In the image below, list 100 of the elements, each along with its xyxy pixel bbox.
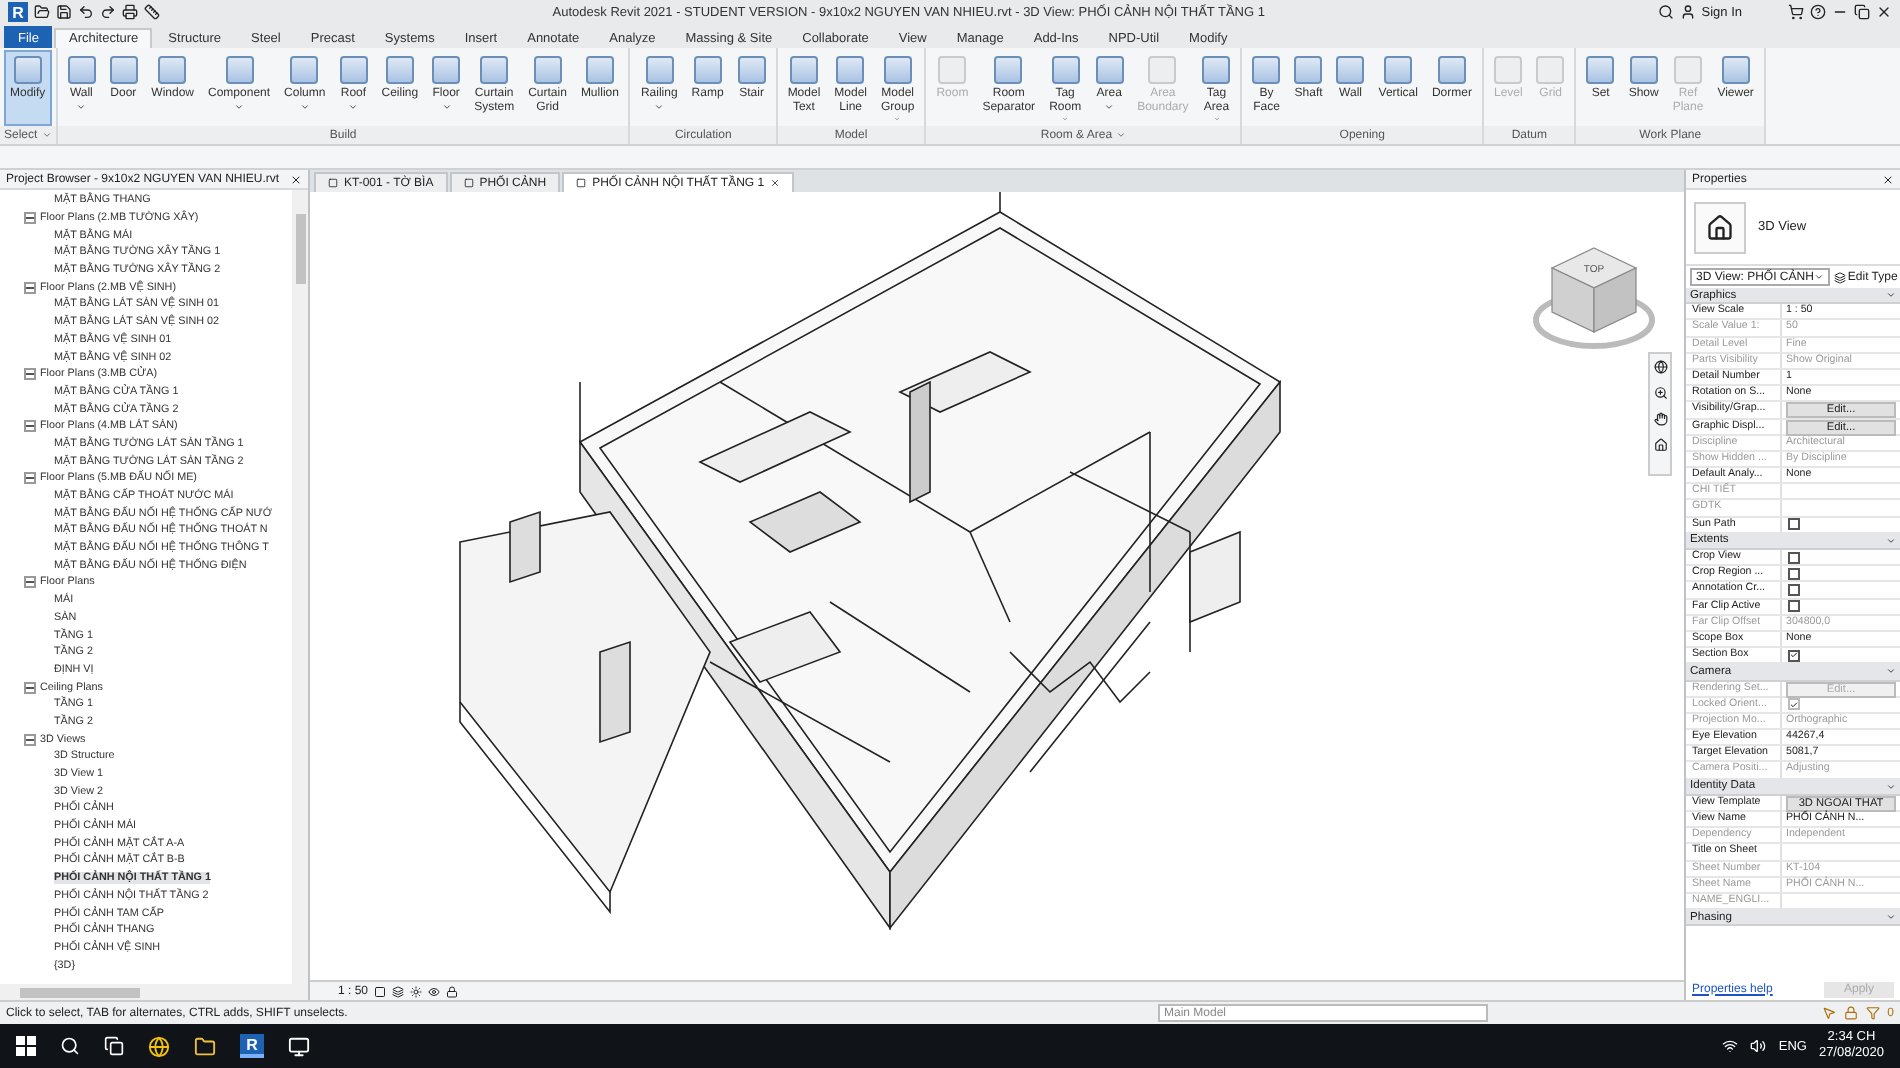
checkbox[interactable] bbox=[1788, 567, 1800, 580]
search-icon bbox=[1657, 4, 1674, 20]
tool-icon bbox=[938, 56, 967, 84]
tool-icon bbox=[1494, 56, 1523, 84]
view-icon bbox=[328, 178, 338, 188]
tool-icon bbox=[994, 56, 1023, 84]
collapse-icon[interactable] bbox=[1886, 666, 1896, 677]
collapse-toggle[interactable] bbox=[24, 368, 36, 381]
lock-icon[interactable] bbox=[446, 985, 459, 997]
tool-icon bbox=[1336, 56, 1365, 84]
select-icon[interactable] bbox=[1821, 1006, 1836, 1020]
tool-icon bbox=[225, 56, 254, 84]
house-icon bbox=[1694, 201, 1746, 253]
chevron-down-icon bbox=[1813, 272, 1824, 282]
tool-icon bbox=[1629, 56, 1658, 84]
caret-icon bbox=[654, 102, 665, 112]
task-view-icon[interactable] bbox=[104, 1036, 124, 1056]
cart-icon bbox=[1788, 4, 1804, 20]
checkbox[interactable] bbox=[1788, 649, 1800, 662]
sun-icon[interactable] bbox=[410, 985, 423, 997]
collapse-toggle[interactable] bbox=[24, 472, 36, 485]
tool-icon bbox=[480, 56, 509, 84]
checkbox[interactable] bbox=[1788, 583, 1800, 596]
ruler-icon bbox=[144, 4, 160, 20]
tool-icon bbox=[883, 56, 912, 84]
caret-icon bbox=[441, 102, 452, 112]
tool-icon bbox=[1437, 56, 1466, 84]
collapse-toggle[interactable] bbox=[24, 576, 36, 589]
tool-icon bbox=[1384, 56, 1413, 84]
undo-icon bbox=[78, 4, 94, 20]
caret-icon bbox=[299, 102, 310, 112]
home-icon[interactable] bbox=[1653, 438, 1667, 452]
print-icon bbox=[122, 4, 138, 20]
tool-icon bbox=[645, 56, 674, 84]
caret-icon bbox=[76, 102, 87, 112]
tool-icon bbox=[1252, 56, 1281, 84]
tool-icon bbox=[1202, 56, 1231, 84]
tool-icon bbox=[1721, 56, 1750, 84]
user-icon bbox=[1679, 4, 1696, 20]
caret-icon bbox=[1104, 102, 1115, 112]
tool-icon bbox=[737, 56, 766, 84]
folder-icon[interactable] bbox=[194, 1035, 216, 1057]
tool-icon bbox=[13, 56, 42, 84]
caret-icon bbox=[1116, 130, 1127, 140]
close-icon[interactable] bbox=[1882, 173, 1894, 185]
redo-icon bbox=[100, 4, 116, 20]
start-icon[interactable] bbox=[16, 1036, 36, 1056]
collapse-toggle[interactable] bbox=[24, 733, 36, 746]
collapse-icon[interactable] bbox=[1886, 912, 1896, 923]
caret-icon bbox=[234, 102, 245, 112]
caret-icon bbox=[41, 130, 52, 140]
save-icon bbox=[56, 4, 72, 20]
revit-task-icon[interactable]: R bbox=[240, 1034, 264, 1058]
tool-icon bbox=[1536, 56, 1565, 84]
collapse-toggle[interactable] bbox=[24, 681, 36, 694]
tool-icon bbox=[693, 56, 722, 84]
open-folder-icon bbox=[34, 4, 50, 20]
visual-style-icon[interactable] bbox=[392, 985, 405, 997]
view-icon bbox=[576, 178, 587, 188]
close-icon[interactable] bbox=[290, 173, 302, 185]
scrollbar[interactable] bbox=[292, 190, 308, 984]
tool-icon bbox=[385, 56, 414, 84]
collapse-toggle[interactable] bbox=[24, 420, 36, 433]
filter-icon[interactable] bbox=[1865, 1006, 1880, 1020]
tool-icon bbox=[533, 56, 562, 84]
zoom-icon[interactable] bbox=[1653, 386, 1667, 400]
collapse-icon[interactable] bbox=[1886, 781, 1896, 792]
tool-icon bbox=[290, 56, 319, 84]
tool-icon bbox=[1674, 56, 1703, 84]
collapse-icon[interactable] bbox=[1886, 535, 1896, 546]
collapse-toggle[interactable] bbox=[24, 212, 36, 225]
volume-icon bbox=[1750, 1038, 1767, 1054]
app-logo: R bbox=[8, 2, 28, 22]
checkbox[interactable] bbox=[1788, 600, 1800, 613]
layers-icon bbox=[1833, 271, 1846, 283]
restore-icon[interactable] bbox=[1854, 4, 1870, 20]
tool-icon bbox=[1294, 56, 1323, 84]
browser-icon[interactable] bbox=[148, 1035, 170, 1057]
tool-icon bbox=[1586, 56, 1615, 84]
pan-icon[interactable] bbox=[1653, 412, 1667, 426]
tool-icon bbox=[585, 56, 614, 84]
search-icon[interactable] bbox=[60, 1036, 80, 1056]
checkbox[interactable] bbox=[1788, 518, 1800, 531]
collapse-toggle[interactable] bbox=[24, 281, 36, 294]
tool-icon bbox=[1148, 56, 1177, 84]
close-icon[interactable] bbox=[1876, 4, 1892, 20]
app-icon[interactable] bbox=[288, 1035, 310, 1057]
collapse-icon[interactable] bbox=[1886, 290, 1896, 301]
tool-icon bbox=[1051, 56, 1080, 84]
network-icon bbox=[1722, 1038, 1739, 1054]
tool-icon bbox=[67, 56, 96, 84]
tool-icon bbox=[789, 56, 818, 84]
caret-icon bbox=[348, 102, 359, 112]
checkbox[interactable] bbox=[1788, 551, 1800, 564]
tool-icon bbox=[836, 56, 865, 84]
tool-icon bbox=[109, 56, 138, 84]
view-icon bbox=[463, 178, 474, 188]
scrollbar[interactable] bbox=[0, 984, 308, 1000]
tool-icon bbox=[339, 56, 368, 84]
tool-icon bbox=[432, 56, 461, 84]
